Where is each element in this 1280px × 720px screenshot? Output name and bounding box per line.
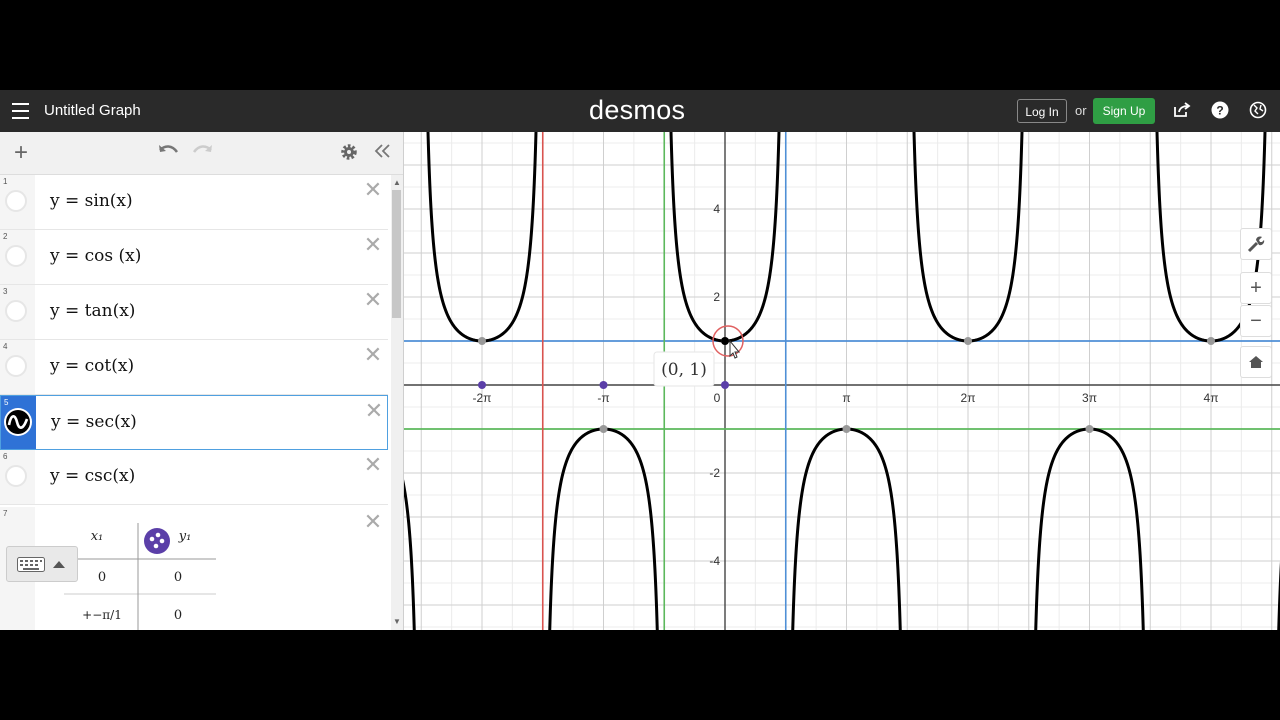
table-cell-x[interactable]: +−π/1	[80, 608, 124, 622]
wave-icon[interactable]	[4, 408, 32, 436]
x-tick-label: 3π	[1082, 391, 1097, 405]
x-tick-label: -π	[597, 391, 609, 405]
zoom-out-icon[interactable]: −	[1240, 305, 1272, 337]
undo-icon[interactable]	[156, 142, 180, 164]
close-icon[interactable]: ✕	[363, 289, 383, 311]
or-text: or	[1075, 103, 1087, 118]
table-header-x[interactable]: x₁	[80, 529, 114, 544]
point-label-text: (0, 1)	[661, 360, 707, 380]
expression-number: 3	[3, 287, 8, 296]
expression-gutter: 5	[1, 396, 36, 449]
y-tick-label: -2	[709, 466, 720, 480]
hamburger-icon[interactable]	[12, 103, 29, 119]
expression-row-6[interactable]: 6 y = csc(x) ✕	[0, 450, 388, 505]
expression-text[interactable]: y = sec(x)	[51, 412, 137, 432]
expression-gutter: 4	[0, 340, 35, 394]
y-tick-label: -4	[709, 554, 720, 568]
color-toggle-icon[interactable]	[5, 355, 27, 377]
color-toggle-icon[interactable]	[5, 300, 27, 322]
expression-gutter: 1	[0, 175, 35, 229]
keyboard-button[interactable]	[6, 546, 78, 582]
graph-paper[interactable]: -2π -π 0 π 2π 3π 4π 4 2 -2 -4 (0, 1)	[404, 132, 1280, 630]
expression-text[interactable]: y = sin(x)	[50, 191, 133, 211]
scroll-down-icon[interactable]: ▼	[393, 617, 401, 626]
expression-toolbar: +	[0, 132, 403, 175]
expression-row-2[interactable]: 2 y = cos (x) ✕	[0, 230, 388, 285]
color-toggle-icon[interactable]	[5, 245, 27, 267]
extremum-point	[964, 337, 972, 345]
expression-text[interactable]: y = cos (x)	[50, 246, 141, 266]
zoom-in-icon[interactable]: +	[1240, 272, 1272, 304]
extremum-point	[599, 425, 608, 433]
table-point	[478, 381, 486, 389]
expression-number: 1	[3, 177, 8, 186]
help-icon[interactable]: ?	[1210, 101, 1230, 121]
scroll-up-icon[interactable]: ▲	[393, 178, 401, 187]
plus-icon[interactable]: +	[10, 141, 32, 165]
x-tick-label: π	[842, 391, 850, 405]
login-button[interactable]: Log In	[1017, 99, 1067, 123]
expression-number: 6	[3, 452, 8, 461]
expression-row-1[interactable]: 1 y = sin(x) ✕	[0, 175, 388, 230]
expression-panel: + 1 y = sin(x) ✕ 2 y = cos (x) ✕ 3 y = t…	[0, 132, 404, 630]
selected-point-dot[interactable]	[721, 337, 729, 345]
expression-text[interactable]: y = tan(x)	[50, 301, 135, 321]
expression-gutter: 3	[0, 285, 35, 339]
y-tick-label: 4	[713, 202, 720, 216]
x-tick-label: -2π	[473, 391, 492, 405]
extremum-point	[478, 337, 486, 345]
chevron-up-icon	[53, 561, 65, 568]
expression-gutter: 2	[0, 230, 35, 284]
globe-icon[interactable]	[1248, 101, 1268, 121]
home-icon[interactable]	[1240, 346, 1272, 378]
desmos-logo: desmos	[589, 95, 686, 125]
table-point	[721, 381, 729, 389]
close-icon[interactable]: ✕	[363, 179, 383, 201]
expression-text[interactable]: y = csc(x)	[50, 466, 135, 486]
expression-gutter: 6	[0, 450, 35, 504]
table-header-y[interactable]: y₁	[172, 529, 198, 544]
gear-icon[interactable]	[338, 142, 360, 164]
close-icon[interactable]: ✕	[363, 454, 383, 476]
table-cell-y[interactable]: 0	[160, 570, 196, 585]
x-tick-label: 0	[714, 391, 721, 405]
table-cell-x[interactable]: 0	[80, 570, 124, 585]
scrollbar[interactable]: ▲ ▼	[391, 175, 403, 630]
close-icon[interactable]: ✕	[363, 344, 383, 366]
point-style-icon[interactable]	[144, 528, 170, 554]
share-icon[interactable]	[1172, 101, 1192, 121]
table-point	[599, 381, 608, 389]
y-tick-label: 2	[713, 290, 720, 304]
expression-row-4[interactable]: 4 y = cot(x) ✕	[0, 340, 388, 395]
graph-title[interactable]: Untitled Graph	[44, 102, 141, 119]
expression-number: 2	[3, 232, 8, 241]
signup-button[interactable]: Sign Up	[1093, 98, 1155, 124]
expression-row-5[interactable]: 5 y = sec(x) ✕	[0, 395, 388, 450]
table-cell-y[interactable]: 0	[160, 608, 196, 623]
color-toggle-icon[interactable]	[5, 190, 27, 212]
extremum-point	[842, 425, 851, 433]
x-tick-label: 2π	[961, 391, 976, 405]
x-tick-label: 4π	[1204, 391, 1219, 405]
close-icon[interactable]: ✕	[364, 400, 384, 422]
scroll-thumb[interactable]	[392, 190, 401, 318]
expression-row-3[interactable]: 3 y = tan(x) ✕	[0, 285, 388, 340]
extremum-point	[1207, 337, 1215, 345]
desmos-app: Untitled Graph desmos Log In or Sign Up …	[0, 90, 1280, 630]
keyboard-icon	[17, 557, 45, 572]
point-label: (0, 1)	[653, 351, 715, 387]
double-chevron-left-icon[interactable]	[372, 142, 394, 164]
svg-text:?: ?	[1216, 104, 1223, 118]
top-bar: Untitled Graph desmos Log In or Sign Up …	[0, 90, 1280, 132]
expression-number: 4	[3, 342, 8, 351]
wrench-icon[interactable]	[1240, 228, 1272, 260]
redo-icon[interactable]	[191, 142, 215, 164]
extremum-point	[1085, 425, 1094, 433]
expression-text[interactable]: y = cot(x)	[50, 356, 134, 376]
expression-number: 7	[3, 509, 8, 518]
close-icon[interactable]: ✕	[363, 511, 383, 533]
close-icon[interactable]: ✕	[363, 234, 383, 256]
color-toggle-icon[interactable]	[5, 465, 27, 487]
expression-number: 5	[4, 398, 9, 407]
